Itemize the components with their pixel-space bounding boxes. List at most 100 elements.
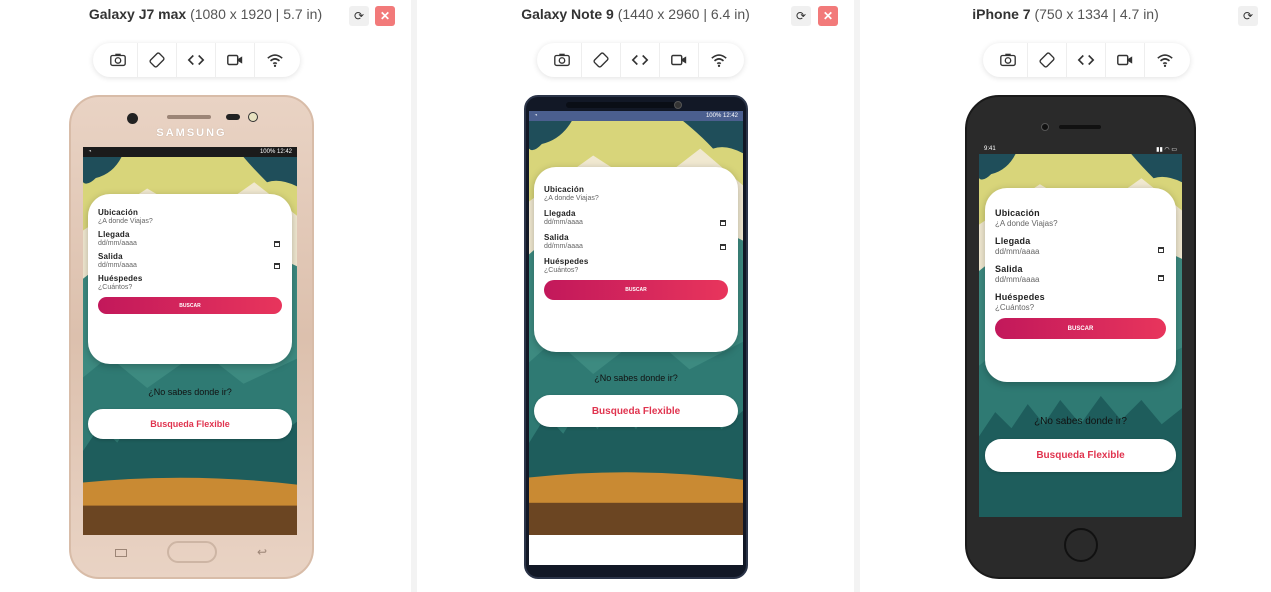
status-bar: 9:41 ▮▮ ◠ ▭ — [979, 144, 1182, 154]
salida-field[interactable]: Salida dd/mm/aaaa — [544, 233, 728, 250]
rotate-icon: ⟳ — [795, 9, 807, 23]
front-camera — [674, 101, 682, 109]
record-button[interactable] — [216, 43, 255, 77]
huespedes-field[interactable]: Huéspedes ¿Cuántos? — [995, 292, 1166, 312]
ubicacion-input[interactable]: ¿A donde Viajas? — [995, 219, 1166, 228]
camera-icon — [554, 53, 570, 67]
orientation-button[interactable] — [582, 43, 621, 77]
sensor — [226, 114, 240, 120]
code-button[interactable] — [621, 43, 660, 77]
ubicacion-label: Ubicación — [995, 208, 1040, 218]
home-button[interactable] — [167, 541, 217, 563]
calendar-icon[interactable] — [274, 263, 280, 269]
device-toolbar — [93, 43, 300, 77]
llegada-field[interactable]: Llegada dd/mm/aaaa — [98, 230, 282, 247]
device-title: Galaxy Note 9 (1440 x 2960 | 6.4 in) — [417, 6, 854, 28]
phone-screen: ◔ 100% 12:42 Ubicación ¿A donde Viajas? … — [83, 147, 297, 535]
search-button[interactable]: BUSCAR — [544, 280, 728, 300]
close-button[interactable]: ✕ — [818, 6, 838, 26]
device-dims: (1080 x 1920 | 5.7 in) — [190, 6, 323, 22]
screenshot-button[interactable] — [989, 43, 1028, 77]
search-button[interactable]: BUSCAR — [98, 297, 282, 314]
phone-screen: 9:41 ▮▮ ◠ ▭ Ubicación ¿A donde Viajas? L… — [979, 144, 1182, 517]
huespedes-field[interactable]: Huéspedes ¿Cuántos? — [544, 257, 728, 274]
recent-apps-button[interactable] — [115, 549, 127, 557]
network-button[interactable] — [699, 43, 738, 77]
calendar-icon[interactable] — [1158, 275, 1164, 281]
code-icon — [1077, 54, 1095, 66]
code-button[interactable] — [177, 43, 216, 77]
no-sabes-text: ¿No sabes donde ir? — [1034, 416, 1127, 427]
samsung-phone-frame: SAMSUNG ◔ 100% 12:42 Ubicación ¿A donde … — [69, 95, 314, 579]
llegada-label: Llegada — [995, 236, 1031, 246]
camera-icon — [110, 53, 126, 67]
screenshot-button[interactable] — [543, 43, 582, 77]
search-form-card: Ubicación ¿A donde Viajas? Llegada dd/mm… — [534, 167, 738, 352]
salida-date-input[interactable]: dd/mm/aaaa — [544, 243, 728, 250]
huespedes-field[interactable]: Huéspedes ¿Cuántos? — [98, 274, 282, 291]
salida-date-input[interactable]: dd/mm/aaaa — [995, 275, 1166, 284]
rotate-button[interactable]: ⟳ — [349, 6, 369, 26]
search-button[interactable]: BUSCAR — [995, 318, 1166, 339]
brand-logo: SAMSUNG — [156, 127, 227, 139]
huespedes-input[interactable]: ¿Cuántos? — [544, 267, 728, 274]
network-button[interactable] — [1145, 43, 1184, 77]
salida-field[interactable]: Salida dd/mm/aaaa — [995, 264, 1166, 284]
device-dims: (1440 x 2960 | 6.4 in) — [617, 6, 750, 22]
device-name: Galaxy Note 9 — [521, 6, 614, 22]
device-panel-galaxy-j7: Galaxy J7 max (1080 x 1920 | 5.7 in) ⟳ ✕… — [0, 0, 411, 592]
code-button[interactable] — [1067, 43, 1106, 77]
rotate-button[interactable]: ⟳ — [1238, 6, 1258, 26]
device-name: Galaxy J7 max — [88, 6, 187, 22]
record-button[interactable] — [1106, 43, 1145, 77]
record-button[interactable] — [660, 43, 699, 77]
ubicacion-field[interactable]: Ubicación ¿A donde Viajas? — [995, 208, 1166, 228]
huespedes-input[interactable]: ¿Cuántos? — [98, 284, 282, 291]
llegada-field[interactable]: Llegada dd/mm/aaaa — [544, 209, 728, 226]
status-bar: ◔ 100% 12:42 — [529, 111, 743, 121]
speaker-grille — [167, 115, 211, 119]
home-button[interactable] — [1064, 528, 1098, 562]
wifi-icon — [1156, 54, 1173, 68]
calendar-icon[interactable] — [720, 244, 726, 250]
screenshot-button[interactable] — [99, 43, 138, 77]
salida-date-input[interactable]: dd/mm/aaaa — [98, 262, 282, 269]
responsive-preview-stage: Galaxy J7 max (1080 x 1920 | 5.7 in) ⟳ ✕… — [0, 0, 1271, 592]
llegada-date-input[interactable]: dd/mm/aaaa — [995, 247, 1166, 256]
ubicacion-label: Ubicación — [544, 185, 585, 194]
ubicacion-input[interactable]: ¿A donde Viajas? — [544, 195, 728, 202]
close-button[interactable]: ✕ — [375, 6, 395, 26]
huespedes-input[interactable]: ¿Cuántos? — [995, 303, 1166, 312]
status-battery: 100% — [705, 113, 722, 119]
calendar-icon[interactable] — [274, 241, 280, 247]
close-icon: ✕ — [822, 9, 834, 23]
wifi-icon — [710, 54, 727, 68]
network-button[interactable] — [255, 43, 294, 77]
rotate-button[interactable]: ⟳ — [791, 6, 811, 26]
ubicacion-input[interactable]: ¿A donde Viajas? — [98, 218, 282, 225]
huespedes-label: Huéspedes — [544, 257, 589, 266]
ubicacion-field[interactable]: Ubicación ¿A donde Viajas? — [544, 185, 728, 202]
rotate-icon: ⟳ — [353, 9, 365, 23]
llegada-date-input[interactable]: dd/mm/aaaa — [544, 219, 728, 226]
top-sensors — [566, 102, 676, 108]
llegada-field[interactable]: Llegada dd/mm/aaaa — [995, 236, 1166, 256]
orientation-button[interactable] — [1028, 43, 1067, 77]
ubicacion-field[interactable]: Ubicación ¿A donde Viajas? — [98, 208, 282, 225]
calendar-icon[interactable] — [720, 220, 726, 226]
huespedes-label: Huéspedes — [995, 292, 1045, 302]
orientation-button[interactable] — [138, 43, 177, 77]
salida-label: Salida — [544, 233, 569, 242]
ubicacion-label: Ubicación — [98, 208, 139, 217]
flexible-search-button[interactable]: Busqueda Flexible — [88, 409, 292, 439]
calendar-icon[interactable] — [1158, 247, 1164, 253]
salida-field[interactable]: Salida dd/mm/aaaa — [98, 252, 282, 269]
back-icon[interactable]: ↩ — [257, 545, 267, 559]
search-form-card: Ubicación ¿A donde Viajas? Llegada dd/mm… — [985, 188, 1176, 382]
no-sabes-text: ¿No sabes donde ir? — [148, 387, 232, 397]
device-toolbar — [983, 43, 1190, 77]
flexible-search-button[interactable]: Busqueda Flexible — [534, 395, 738, 427]
video-icon — [671, 54, 687, 66]
flexible-search-button[interactable]: Busqueda Flexible — [985, 439, 1176, 472]
llegada-date-input[interactable]: dd/mm/aaaa — [98, 240, 282, 247]
